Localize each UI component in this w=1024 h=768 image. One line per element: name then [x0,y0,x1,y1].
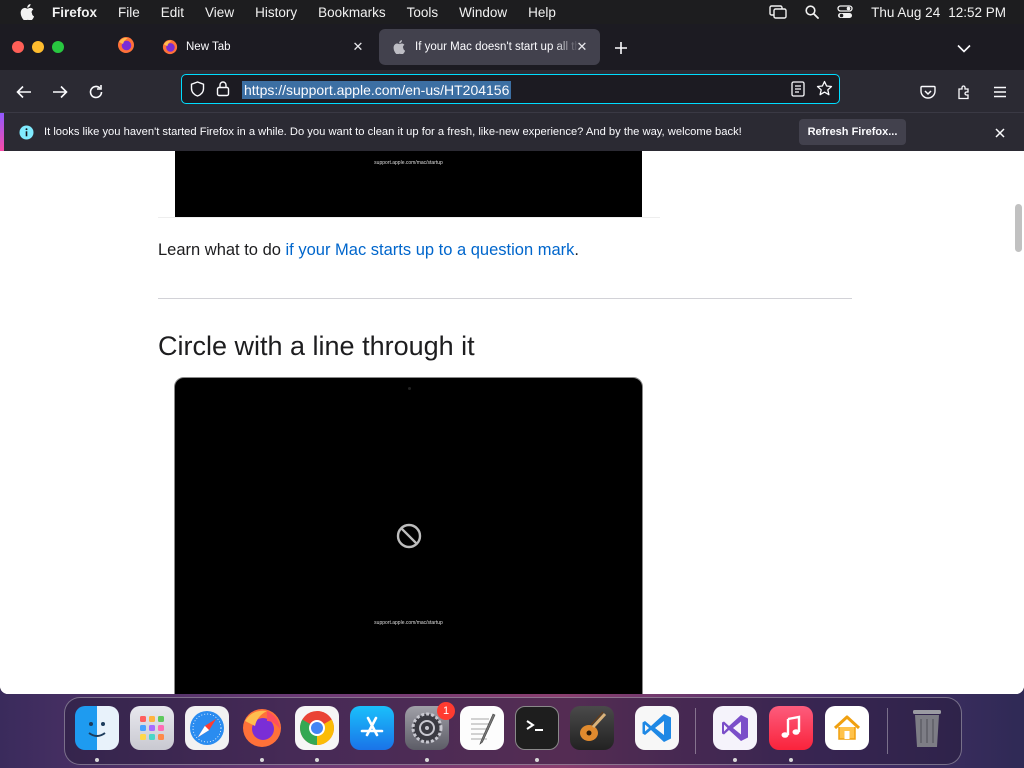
control-center-icon[interactable] [837,5,853,19]
menubar-time[interactable]: 12:52 PM [948,5,1006,20]
section-heading: Circle with a line through it [158,331,475,361]
dock: 1 [64,697,962,765]
lock-icon[interactable] [216,80,230,102]
maximize-window-button[interactable] [52,41,64,53]
extensions-icon[interactable] [953,81,975,103]
reload-button[interactable] [85,81,107,103]
menu-file[interactable]: File [118,5,140,20]
running-indicator [789,758,793,762]
textedit-icon[interactable] [460,706,504,750]
menu-bookmarks[interactable]: Bookmarks [318,5,386,20]
pocket-icon[interactable] [917,81,939,103]
prohibitory-symbol-icon [396,523,422,554]
safari-icon[interactable] [185,706,229,750]
close-tab-icon[interactable]: ✕ [350,39,366,55]
finder-icon[interactable] [75,706,119,750]
forward-button[interactable] [49,81,71,103]
close-notification-icon[interactable] [992,125,1008,141]
tab-new-tab[interactable]: New Tab ✕ [150,29,376,65]
page-content: support.apple.com/mac/startup Learn what… [0,151,1024,694]
firefox-icon [162,39,178,55]
system-settings-icon[interactable]: 1 [405,702,455,750]
close-tab-icon[interactable]: ✕ [574,39,590,55]
terminal-icon[interactable] [515,706,559,750]
running-indicator [315,758,319,762]
divider [158,217,660,218]
hamburger-menu-icon[interactable] [989,81,1011,103]
tab-title: If your Mac doesn't start up all the way [415,41,579,53]
notification-bar: It looks like you haven't started Firefo… [0,112,1024,153]
screen-caption: support.apple.com/mac/startup [374,160,443,166]
dock-separator [887,708,888,754]
running-indicator [733,758,737,762]
mac-screen-image-question-mark: support.apple.com/mac/startup [175,151,642,217]
notification-accent-stripe [0,113,4,153]
dock-separator [695,708,696,754]
vscode-icon[interactable] [635,706,679,750]
menu-help[interactable]: Help [528,5,556,20]
launchpad-icon[interactable] [130,706,174,750]
close-window-button[interactable] [12,41,24,53]
menubar-date[interactable]: Thu Aug 24 [871,5,940,20]
window-controls [12,41,64,53]
apple-icon [391,39,407,55]
browser-window: New Tab ✕ If your Mac doesn't start up a… [0,24,1024,694]
section-divider [158,298,852,299]
list-all-tabs-button[interactable] [954,38,974,58]
back-button[interactable] [13,81,35,103]
running-indicator [535,758,539,762]
paragraph: Learn what to do if your Mac starts up t… [158,241,579,260]
bookmark-star-icon[interactable] [816,80,833,102]
navigation-toolbar: https://support.apple.com/en-us/HT204156 [0,70,1024,112]
firefox-icon [117,36,135,59]
running-indicator [425,758,429,762]
tab-bar: New Tab ✕ If your Mac doesn't start up a… [0,24,1024,70]
notification-message: It looks like you haven't started Firefo… [44,126,742,138]
menu-app-name[interactable]: Firefox [52,5,97,20]
pinned-tab[interactable] [110,32,142,62]
menu-view[interactable]: View [205,5,234,20]
chrome-icon[interactable] [295,706,339,750]
url-text[interactable]: https://support.apple.com/en-us/HT204156 [242,81,512,99]
menu-window[interactable]: Window [459,5,507,20]
screen-caption: support.apple.com/mac/startup [374,620,443,626]
app-store-icon[interactable] [350,706,394,750]
menu-bar: Firefox File Edit View History Bookmarks… [0,0,1024,24]
firefox-icon[interactable] [240,706,284,750]
screen-mirroring-icon[interactable] [769,5,787,19]
trash-icon[interactable] [905,706,949,750]
music-icon[interactable] [769,706,813,750]
garageband-icon[interactable] [570,706,614,750]
mac-screen-image-prohibitory: support.apple.com/mac/startup [174,377,643,694]
new-tab-button[interactable] [611,38,631,58]
reader-view-icon[interactable] [791,81,805,102]
visual-studio-icon[interactable] [713,706,757,750]
tab-title: New Tab [186,41,231,53]
home-icon[interactable] [825,706,869,750]
menu-tools[interactable]: Tools [407,5,439,20]
running-indicator [95,758,99,762]
menu-edit[interactable]: Edit [161,5,184,20]
info-icon [19,125,34,145]
paragraph-suffix: . [574,241,579,259]
notification-badge: 1 [437,702,455,720]
question-mark-link[interactable]: if your Mac starts up to a question mark [286,241,575,259]
minimize-window-button[interactable] [32,41,44,53]
menu-history[interactable]: History [255,5,297,20]
refresh-firefox-button[interactable]: Refresh Firefox... [799,119,906,145]
address-bar[interactable]: https://support.apple.com/en-us/HT204156 [181,74,840,104]
running-indicator [260,758,264,762]
camera-dot [408,387,411,390]
tab-active[interactable]: If your Mac doesn't start up all the way… [379,29,600,65]
paragraph-text: Learn what to do [158,241,286,259]
spotlight-search-icon[interactable] [805,5,820,19]
tracking-protection-shield-icon[interactable] [190,81,205,102]
scrollbar-thumb[interactable] [1015,204,1022,252]
apple-menu-icon[interactable] [16,1,38,23]
